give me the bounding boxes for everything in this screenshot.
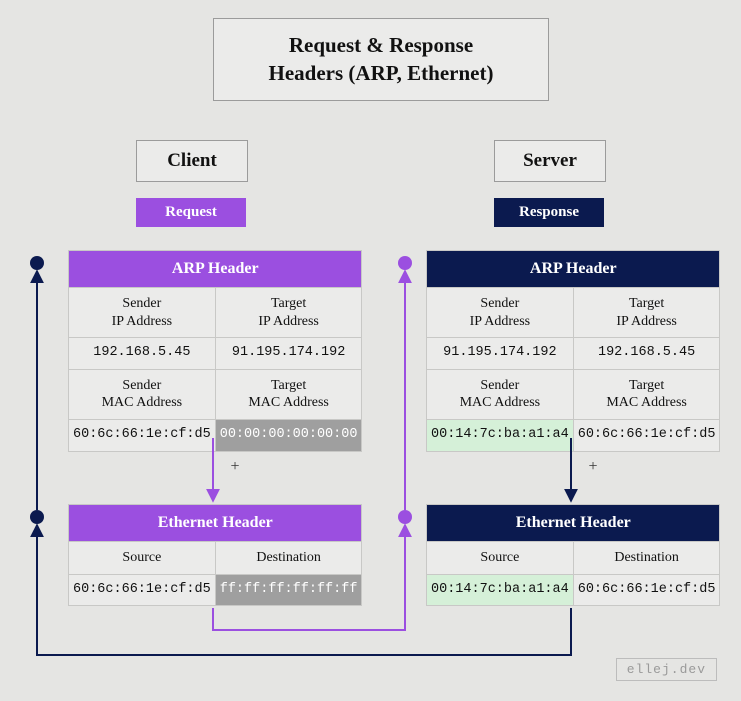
value-sender-mac-resolved: 00:14:7c:ba:a1:a4 <box>427 419 574 451</box>
credit-badge: ellej.dev <box>616 658 717 681</box>
badge-request: Request <box>136 198 246 227</box>
flow-dot-icon <box>398 256 412 270</box>
value-sender-ip: 91.195.174.192 <box>427 338 574 370</box>
value-target-ip: 91.195.174.192 <box>215 338 362 370</box>
arp-response-header: ARP Header <box>427 251 720 288</box>
label-sender-ip: SenderIP Address <box>427 288 574 338</box>
flow-dot-icon <box>30 256 44 270</box>
flow-dot-icon <box>398 510 412 524</box>
value-sender-ip: 192.168.5.45 <box>69 338 216 370</box>
label-destination: Destination <box>215 542 362 575</box>
flow-dot-icon <box>30 510 44 524</box>
label-source: Source <box>427 542 574 575</box>
title-line2: Headers (ARP, Ethernet) <box>269 61 494 85</box>
value-source-resolved: 00:14:7c:ba:a1:a4 <box>427 574 574 606</box>
arp-response-table: ARP Header SenderIP Address TargetIP Add… <box>426 250 720 452</box>
value-target-ip: 192.168.5.45 <box>573 338 720 370</box>
eth-response-header: Ethernet Header <box>427 505 720 542</box>
arp-request-table: ARP Header SenderIP Address TargetIP Add… <box>68 250 362 452</box>
label-destination: Destination <box>573 542 720 575</box>
label-target-mac: TargetMAC Address <box>215 369 362 419</box>
badge-response: Response <box>494 198 604 227</box>
label-target-ip: TargetIP Address <box>215 288 362 338</box>
role-server: Server <box>494 140 606 182</box>
value-source: 60:6c:66:1e:cf:d5 <box>69 574 216 606</box>
value-destination-broadcast: ff:ff:ff:ff:ff:ff <box>215 574 362 606</box>
label-source: Source <box>69 542 216 575</box>
label-sender-ip: SenderIP Address <box>69 288 216 338</box>
ethernet-request-table: Ethernet Header Source Destination 60:6c… <box>68 504 362 606</box>
role-client: Client <box>136 140 248 182</box>
value-destination: 60:6c:66:1e:cf:d5 <box>573 574 720 606</box>
label-sender-mac: SenderMAC Address <box>427 369 574 419</box>
label-sender-mac: SenderMAC Address <box>69 369 216 419</box>
plus-icon: + <box>583 458 603 476</box>
value-target-mac-unknown: 00:00:00:00:00:00 <box>215 419 362 451</box>
eth-request-header: Ethernet Header <box>69 505 362 542</box>
label-target-mac: TargetMAC Address <box>573 369 720 419</box>
diagram-title: Request & Response Headers (ARP, Etherne… <box>213 18 549 101</box>
ethernet-response-table: Ethernet Header Source Destination 00:14… <box>426 504 720 606</box>
plus-icon: + <box>225 458 245 476</box>
title-line1: Request & Response <box>289 33 473 57</box>
value-sender-mac: 60:6c:66:1e:cf:d5 <box>69 419 216 451</box>
label-target-ip: TargetIP Address <box>573 288 720 338</box>
arp-request-header: ARP Header <box>69 251 362 288</box>
value-target-mac: 60:6c:66:1e:cf:d5 <box>573 419 720 451</box>
